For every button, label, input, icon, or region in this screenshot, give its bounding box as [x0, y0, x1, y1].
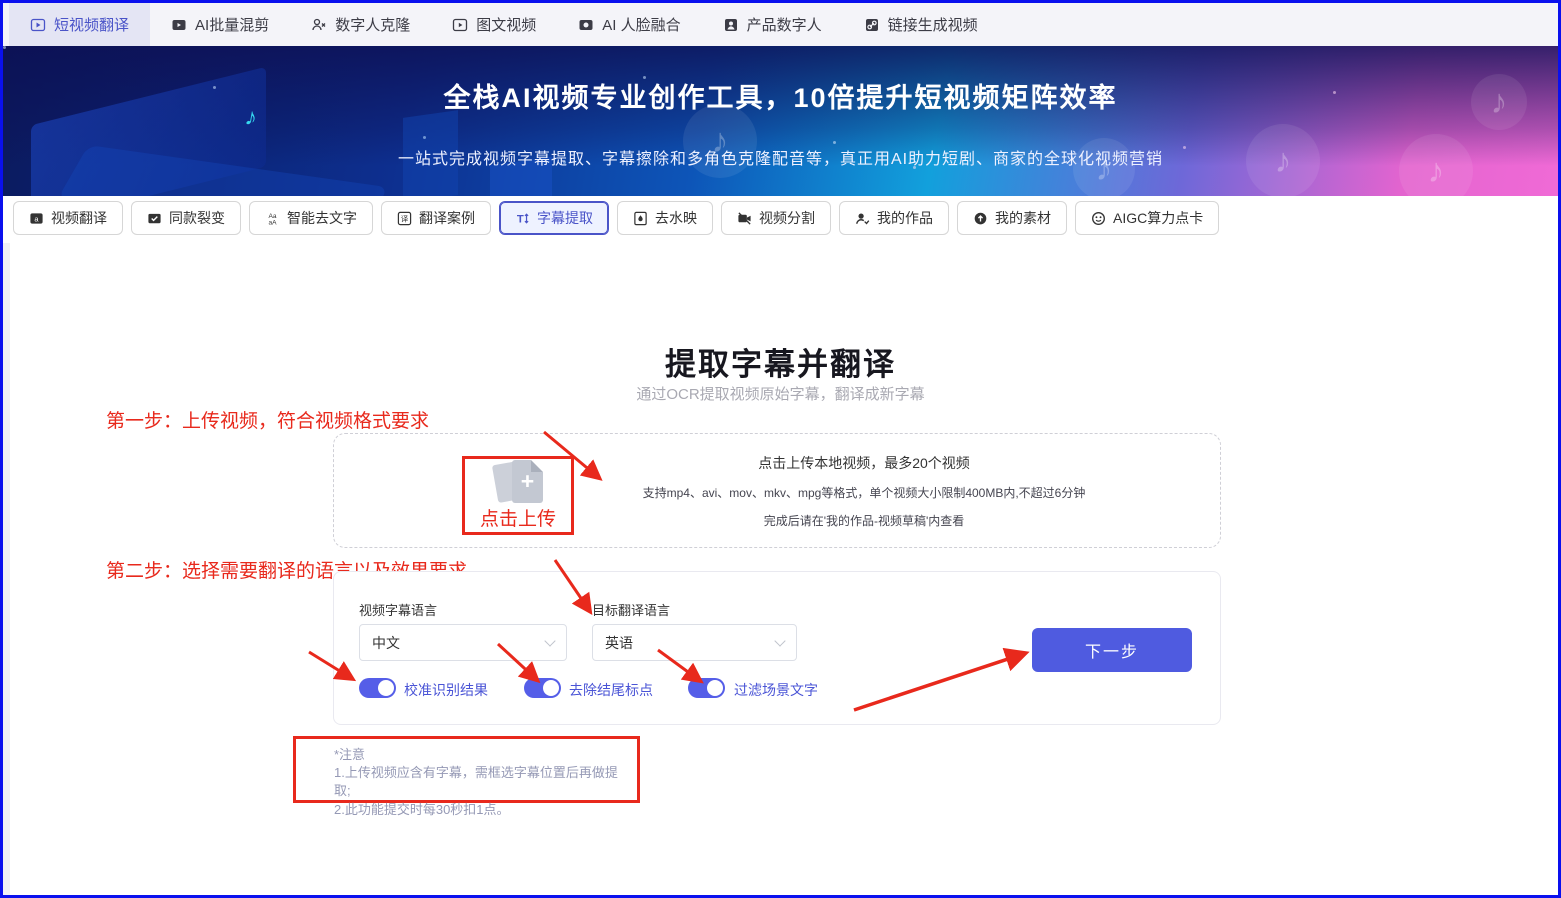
notice-box: *注意 1.上传视频应含有字幕，需框选字幕位置后再做提取; 2.此功能提交时每3… — [293, 736, 640, 803]
source-language-select[interactable]: 中文 — [359, 624, 567, 661]
toolbar-translation-case[interactable]: 译 翻译案例 — [381, 201, 491, 235]
my-assets-icon — [973, 211, 988, 226]
toolbar-video-split[interactable]: 视频分割 — [721, 201, 831, 235]
app-window: 短视频翻译 AI批量混剪 数字人克隆 图文视频 AI 人脸融合 产品数字人 链接… — [0, 0, 1561, 898]
feature-toolbar: a 视频翻译 同款裂变 AaaA 智能去文字 译 翻译案例 T 字幕提取 去水映… — [3, 196, 1558, 240]
toolbar-same-style-fission[interactable]: 同款裂变 — [131, 201, 241, 235]
source-language-label: 视频字幕语言 — [359, 600, 437, 619]
toolbar-label: 字幕提取 — [537, 208, 593, 228]
toolbar-label: 我的作品 — [877, 208, 933, 228]
topnav-image-text-video[interactable]: 图文视频 — [431, 3, 557, 46]
toolbar-video-translate[interactable]: a 视频翻译 — [13, 201, 123, 235]
topnav-digital-human-clone[interactable]: 数字人克隆 — [290, 3, 431, 46]
short-video-translate-icon — [30, 17, 46, 33]
upload-button-label[interactable]: 点击上传 — [465, 504, 571, 531]
toolbar-label: 同款裂变 — [169, 208, 225, 228]
source-language-value: 中文 — [372, 633, 400, 653]
notice-line2: 2.此功能提交时每30秒扣1点。 — [334, 801, 629, 819]
translate-options-card: 视频字幕语言 目标翻译语言 中文 英语 校准识别结果 去除结尾标点 过滤场景文字… — [333, 571, 1221, 725]
upload-annotation-box: + 点击上传 — [462, 456, 574, 535]
toolbar-label: AIGC算力点卡 — [1113, 208, 1203, 228]
subtitle-extract-icon: T — [515, 211, 530, 226]
chevron-down-icon — [774, 635, 785, 646]
toolbar-subtitle-extract[interactable]: T 字幕提取 — [499, 201, 609, 235]
product-digital-human-icon — [723, 17, 739, 33]
plus-icon: + — [512, 470, 543, 493]
topnav-ai-batch-remix[interactable]: AI批量混剪 — [150, 3, 290, 46]
toggle-remove-trailing-punctuation[interactable] — [524, 678, 561, 698]
video-translate-icon: a — [29, 211, 44, 226]
target-language-select[interactable]: 英语 — [592, 624, 797, 661]
target-language-label: 目标翻译语言 — [592, 600, 670, 619]
aigc-credits-icon — [1091, 211, 1106, 226]
same-style-fission-icon — [147, 211, 162, 226]
topnav-product-digital-human[interactable]: 产品数字人 — [702, 3, 843, 46]
toolbar-label: 翻译案例 — [419, 208, 475, 228]
toolbar-label: 智能去文字 — [287, 208, 357, 228]
toggle-calibrate-label: 校准识别结果 — [404, 680, 488, 700]
hero-subtitle: 一站式完成视频字幕提取、字幕擦除和多角色克隆配音等，真正用AI助力短剧、商家的全… — [3, 145, 1558, 169]
topnav-label: AI批量混剪 — [195, 14, 269, 35]
hero-title: 全栈AI视频专业创作工具，10倍提升短视频矩阵效率 — [3, 76, 1558, 115]
toolbar-aigc-credits[interactable]: AIGC算力点卡 — [1075, 201, 1219, 235]
watermark-removal-icon — [633, 211, 648, 226]
toolbar-my-assets[interactable]: 我的素材 — [957, 201, 1067, 235]
next-step-button[interactable]: 下一步 — [1032, 628, 1192, 672]
topnav-label: 链接生成视频 — [888, 14, 978, 35]
toolbar-my-works[interactable]: 我的作品 — [839, 201, 949, 235]
step1-label: 第一步：上传视频，符合视频格式要求 — [106, 406, 429, 433]
topnav-label: 产品数字人 — [747, 14, 822, 35]
toolbar-label: 去水映 — [655, 208, 697, 228]
topnav-link-generate-video[interactable]: 链接生成视频 — [843, 3, 999, 46]
toolbar-label: 视频翻译 — [51, 208, 107, 228]
upload-hint-line1: 点击上传本地视频，最多20个视频 — [584, 453, 1144, 473]
digital-human-clone-icon — [311, 17, 327, 33]
file-plus-icon: + — [512, 460, 543, 503]
ai-batch-remix-icon — [171, 17, 187, 33]
toolbar-smart-text-removal[interactable]: AaaA 智能去文字 — [249, 201, 373, 235]
notice-title: *注意 — [334, 746, 629, 764]
topnav-label: 图文视频 — [476, 14, 536, 35]
topnav-label: AI 人脸融合 — [602, 14, 680, 35]
upload-hints: 点击上传本地视频，最多20个视频 支持mp4、avi、mov、mkv、mpg等格… — [584, 434, 1144, 547]
toggle-punctuation-label: 去除结尾标点 — [569, 680, 653, 700]
page-title: 提取字幕并翻译 — [3, 339, 1558, 384]
ai-face-fusion-icon — [578, 17, 594, 33]
image-text-video-icon — [452, 17, 468, 33]
upload-hint-line3: 完成后请在'我的作品-视频草稿'内查看 — [584, 512, 1144, 529]
topnav-label: 数字人克隆 — [335, 14, 410, 35]
toggle-scene-text-label: 过滤场景文字 — [734, 680, 818, 700]
translation-case-icon: 译 — [397, 211, 412, 226]
hero-banner: ♪ ♪ ♪ ♪ ♪ ♪ 全栈AI视频专业创作工具，10倍提升短视频矩阵效率 一站… — [3, 46, 1558, 196]
chevron-down-icon — [544, 635, 555, 646]
upload-dropzone[interactable]: + 点击上传 点击上传本地视频，最多20个视频 支持mp4、avi、mov、mk… — [333, 433, 1221, 548]
top-navigation: 短视频翻译 AI批量混剪 数字人克隆 图文视频 AI 人脸融合 产品数字人 链接… — [3, 3, 1558, 46]
page-subtitle: 通过OCR提取视频原始字幕，翻译成新字幕 — [3, 383, 1558, 404]
upload-hint-line2: 支持mp4、avi、mov、mkv、mpg等格式，单个视频大小限制400MB内,… — [584, 484, 1144, 501]
notice-line1: 1.上传视频应含有字幕，需框选字幕位置后再做提取; — [334, 764, 629, 800]
my-works-icon — [855, 211, 870, 226]
video-split-icon — [737, 211, 752, 226]
toolbar-watermark-removal[interactable]: 去水映 — [617, 201, 713, 235]
svg-text:译: 译 — [401, 214, 409, 223]
topnav-ai-face-fusion[interactable]: AI 人脸融合 — [557, 3, 701, 46]
smart-text-removal-icon: AaaA — [265, 211, 280, 226]
svg-text:T: T — [517, 213, 524, 225]
toolbar-label: 我的素材 — [995, 208, 1051, 228]
sparkle-dots — [3, 46, 1558, 196]
link-generate-video-icon — [864, 17, 880, 33]
svg-text:aA: aA — [268, 219, 277, 225]
topnav-short-video-translate[interactable]: 短视频翻译 — [9, 3, 150, 46]
toolbar-label: 视频分割 — [759, 208, 815, 228]
topnav-label: 短视频翻译 — [54, 14, 129, 35]
toggle-calibrate-recognition[interactable] — [359, 678, 396, 698]
target-language-value: 英语 — [605, 633, 633, 653]
toggle-filter-scene-text[interactable] — [688, 678, 725, 698]
